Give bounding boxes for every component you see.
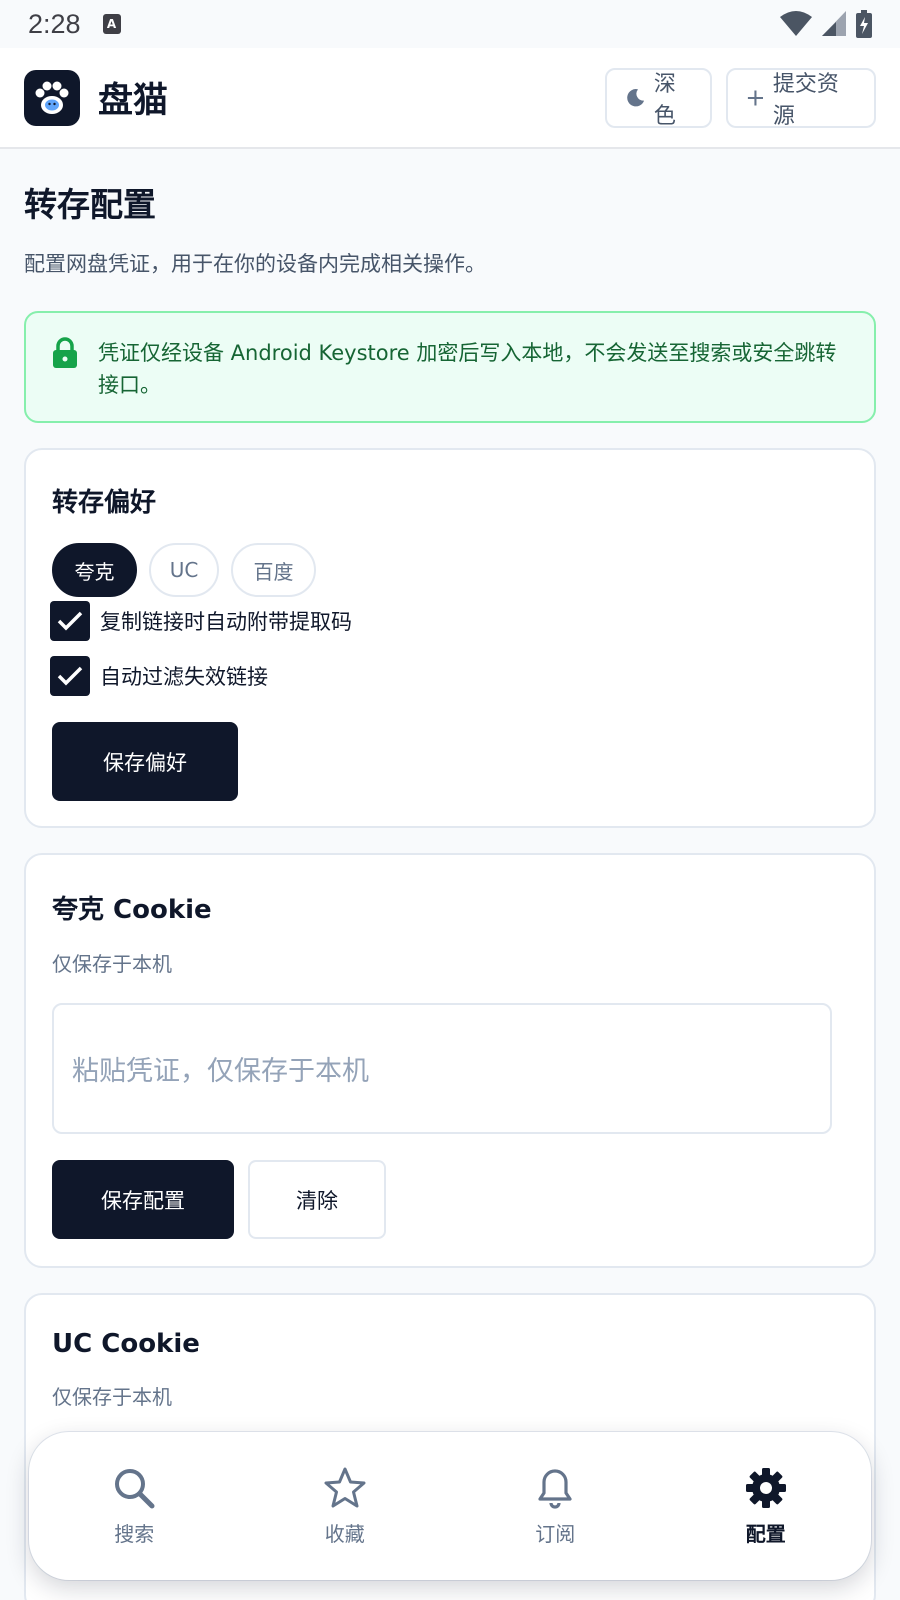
theme-toggle-button[interactable]: 深色 — [605, 67, 712, 129]
preferences-card: 转存偏好 夸克 UC 百度 复制链接时自动附带提取码 自动过滤失效链接 保存偏好 — [24, 448, 876, 828]
preferences-title: 转存偏好 — [52, 488, 157, 518]
theme-toggle-label: 深色 — [653, 71, 676, 129]
security-notice: 凭证仅经设备 Android Keystore 加密后写入本地，不会发送至搜索或… — [24, 311, 876, 423]
status-icons — [780, 10, 872, 38]
nav-item-settings[interactable]: 配置 — [661, 1466, 872, 1547]
notice-text: 凭证仅经设备 Android Keystore 加密后写入本地，不会发送至搜索或… — [98, 341, 837, 397]
bottom-nav: 搜索 收藏 订阅 配置 — [29, 1432, 871, 1580]
nav-label: 订阅 — [535, 1521, 576, 1546]
provider-chips: 夸克 UC 百度 — [52, 543, 848, 597]
app-name: 盘猫 — [98, 81, 169, 121]
paw-icon — [35, 81, 69, 114]
header-actions: 深色 提交资源 — [605, 67, 876, 129]
app-header: 盘猫 深色 提交资源 — [0, 48, 900, 149]
text-a-icon: A — [102, 14, 121, 34]
plus-icon — [747, 89, 764, 106]
search-icon — [115, 1468, 155, 1508]
nav-label: 搜索 — [114, 1521, 155, 1546]
lock-icon — [53, 337, 77, 368]
star-icon — [324, 1467, 366, 1507]
submit-resource-label: 提交资源 — [772, 71, 839, 129]
chip-label: UC — [169, 558, 199, 582]
status-bar: 2:28 A — [0, 0, 900, 48]
quark-cookie-title: 夸克 Cookie — [52, 895, 212, 925]
option-label: 复制链接时自动附带提取码 — [100, 610, 352, 634]
uc-cookie-title: UC Cookie — [52, 1329, 200, 1359]
submit-resource-button[interactable]: 提交资源 — [726, 67, 876, 129]
quark-cookie-input[interactable]: 粘贴凭证，仅保存于本机 — [52, 1003, 832, 1134]
nav-item-subscriptions[interactable]: 订阅 — [450, 1466, 661, 1547]
quark-cookie-placeholder: 粘贴凭证，仅保存于本机 — [72, 1056, 369, 1087]
chip-label: 夸克 — [74, 559, 115, 584]
check-icon — [57, 611, 83, 631]
page-description: 配置网盘凭证，用于在你的设备内完成相关操作。 — [24, 252, 486, 276]
nav-label: 配置 — [745, 1521, 786, 1546]
save-config-button[interactable]: 保存配置 — [52, 1160, 234, 1239]
save-preferences-button[interactable]: 保存偏好 — [52, 722, 238, 801]
nav-item-search[interactable]: 搜索 — [29, 1466, 240, 1547]
option-filter-invalid[interactable]: 自动过滤失效链接 — [50, 656, 848, 696]
main-content: 转存配置 配置网盘凭证，用于在你的设备内完成相关操作。 凭证仅经设备 Andro… — [24, 149, 876, 1600]
moon-icon — [627, 88, 645, 106]
battery-icon — [856, 10, 872, 38]
nav-item-favorites[interactable]: 收藏 — [240, 1466, 451, 1547]
uc-cookie-subtitle: 仅保存于本机 — [52, 1385, 172, 1409]
checkbox[interactable] — [50, 656, 90, 696]
chip-quark[interactable]: 夸克 — [52, 543, 137, 597]
option-label: 自动过滤失效链接 — [100, 665, 268, 689]
app-logo — [24, 69, 80, 126]
chip-baidu[interactable]: 百度 — [231, 543, 316, 597]
status-time: 2:28 — [28, 8, 81, 39]
quark-actions: 保存配置 清除 — [52, 1160, 848, 1239]
chip-label: 百度 — [253, 559, 294, 584]
signal-icon — [822, 11, 846, 36]
bell-icon — [538, 1468, 572, 1509]
nav-label: 收藏 — [324, 1521, 365, 1546]
page-title: 转存配置 — [24, 185, 156, 224]
quark-cookie-subtitle: 仅保存于本机 — [52, 952, 172, 976]
quark-cookie-card: 夸克 Cookie 仅保存于本机 粘贴凭证，仅保存于本机 保存配置 清除 — [24, 853, 876, 1268]
check-icon — [57, 666, 83, 686]
checkbox[interactable] — [50, 601, 90, 641]
chip-uc[interactable]: UC — [149, 543, 219, 597]
gear-icon — [745, 1467, 786, 1508]
clear-button[interactable]: 清除 — [248, 1160, 386, 1239]
wifi-icon — [780, 11, 812, 36]
option-auto-code[interactable]: 复制链接时自动附带提取码 — [50, 601, 848, 641]
